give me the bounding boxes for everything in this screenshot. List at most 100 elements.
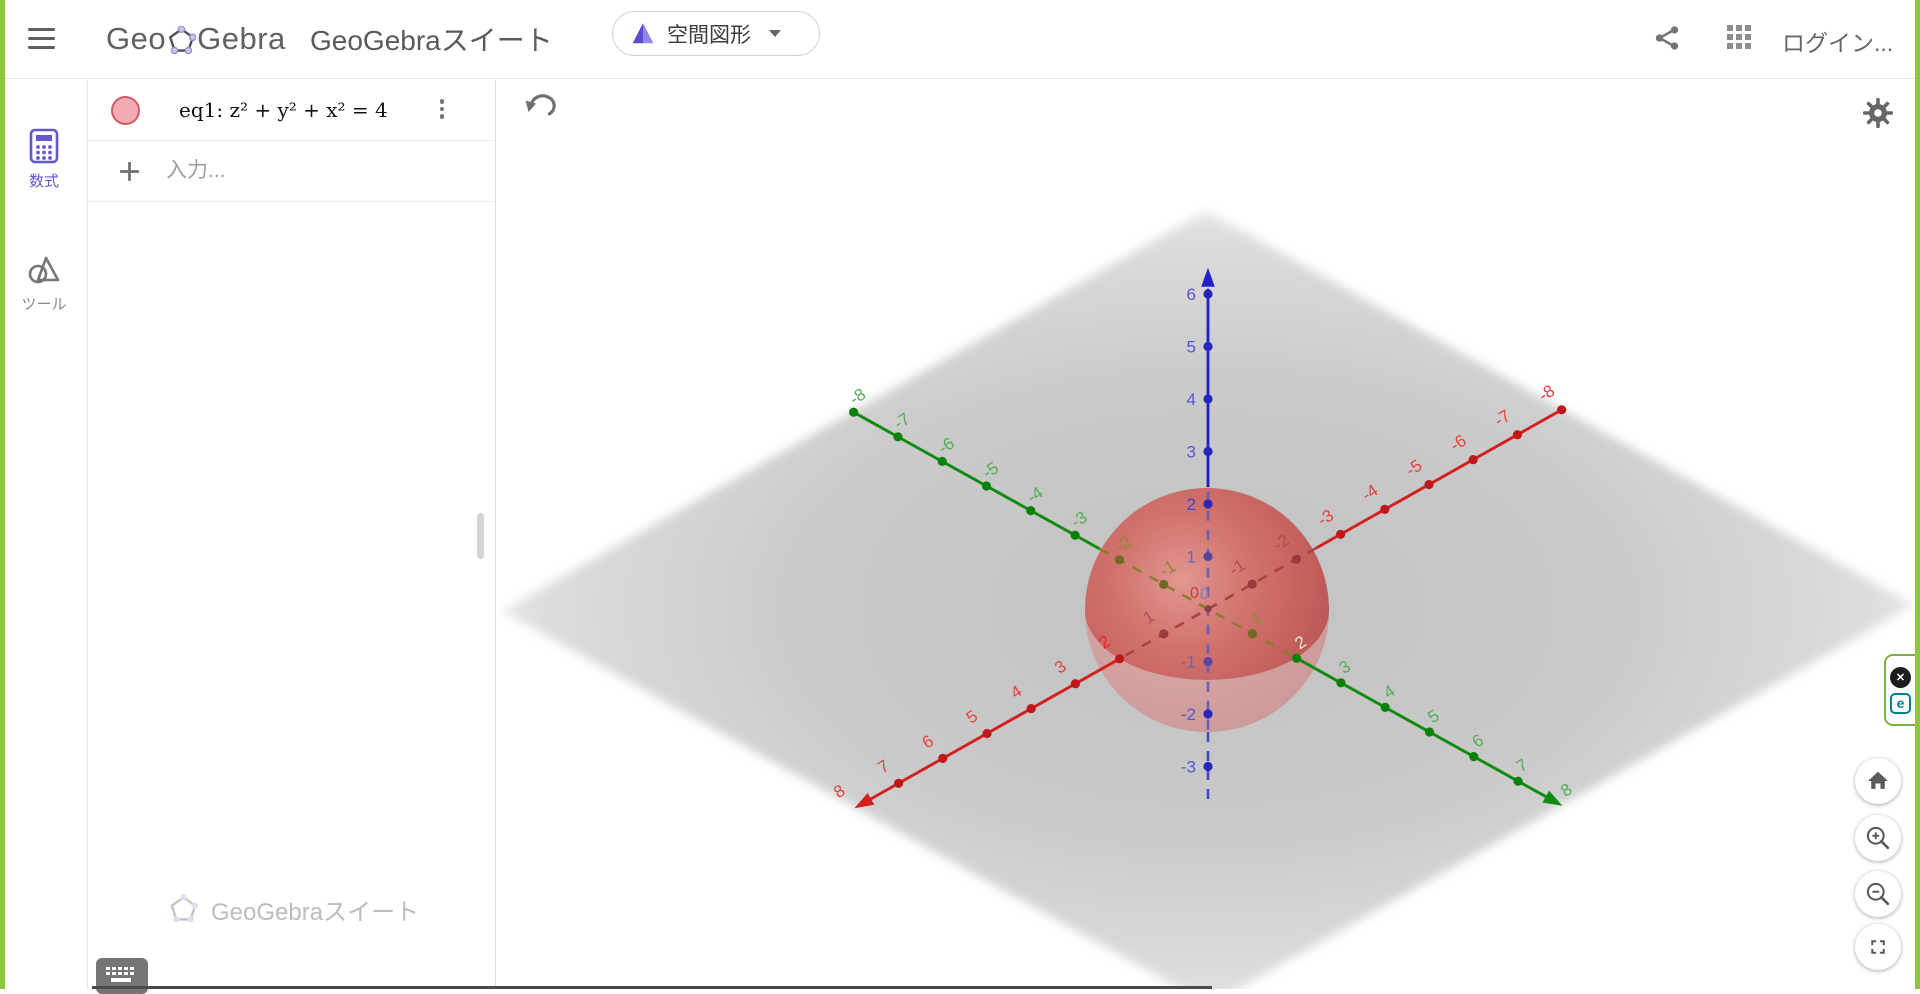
graphics-3d-view[interactable]: -8-7-6-5-4-3-2-112345678-8-7-6-5-4-3-2-1…: [497, 80, 1915, 989]
algebra-panel: eq1: z² + y² + x² = 4 GeoGebraスイート: [88, 80, 496, 989]
y-tick-dot: [1071, 531, 1080, 540]
z-tick-dot: [1203, 762, 1212, 771]
z-tick-label: 5: [1187, 338, 1196, 357]
x-tick-dot: [1469, 455, 1478, 464]
z-tick-dot: [1203, 289, 1212, 298]
y-tick-dot: [1425, 727, 1434, 736]
view-selector-label: 空間図形: [667, 19, 751, 49]
z-tick-label: -1: [1181, 653, 1196, 672]
x-tick-dot: [1513, 430, 1522, 439]
watermark: GeoGebraスイート: [168, 892, 419, 927]
fullscreen-icon: [1864, 933, 1892, 961]
screen-border-right: [1915, 0, 1920, 989]
close-icon[interactable]: ✕: [1890, 667, 1911, 688]
zoom-out-icon: [1863, 879, 1893, 909]
equation-text[interactable]: eq1: z² + y² + x² = 4: [179, 98, 388, 122]
z-tick-dot: [1203, 342, 1212, 351]
sidebar-item-algebra[interactable]: 数式: [0, 128, 88, 191]
zoom-out-button[interactable]: [1855, 871, 1901, 917]
origin-label: 0: [1190, 585, 1199, 602]
z-tick-label: 6: [1187, 285, 1196, 304]
x-tick-dot: [1557, 405, 1566, 414]
extension-e-icon[interactable]: e: [1890, 693, 1911, 714]
home-icon: [1863, 766, 1893, 796]
watermark-text: GeoGebraスイート: [211, 892, 419, 927]
y-tick-dot: [982, 481, 991, 490]
x-tick-dot: [1292, 555, 1301, 564]
x-tick-dot: [982, 729, 991, 738]
x-tick-dot: [938, 754, 947, 763]
row-menu-kebab-icon[interactable]: [435, 99, 449, 123]
menu-icon[interactable]: [28, 28, 55, 49]
origin-label: 0: [1200, 586, 1209, 603]
y-tick-dot: [1381, 703, 1390, 712]
fullscreen-button[interactable]: [1855, 924, 1901, 970]
x-tick-dot: [1424, 480, 1433, 489]
algebra-input[interactable]: [166, 159, 416, 183]
z-tick-dot: [1203, 499, 1212, 508]
z-tick-label: 4: [1187, 390, 1196, 409]
extension-widget[interactable]: ✕ e: [1884, 654, 1915, 726]
x-tick-dot: [894, 779, 903, 788]
pentagon-watermark-icon: [168, 894, 199, 925]
z-tick-label: 1: [1187, 548, 1196, 567]
zoom-in-button[interactable]: [1855, 815, 1901, 861]
sidebar-item-tools[interactable]: ツール: [0, 253, 88, 314]
x-tick-dot: [1071, 679, 1080, 688]
visibility-toggle-circle[interactable]: [111, 96, 140, 125]
y-tick-dot: [1026, 506, 1035, 515]
undo-icon[interactable]: [520, 93, 558, 131]
geogebra-logo: Geo Gebra: [106, 18, 286, 60]
left-rail: 数式 ツール: [0, 80, 88, 989]
pyramid-3d-icon: [631, 22, 655, 46]
y-tick-dot: [1248, 629, 1257, 638]
pentagon-logo-icon: [167, 26, 196, 56]
y-tick-dot: [1336, 678, 1345, 687]
algebra-row-eq1[interactable]: eq1: z² + y² + x² = 4: [88, 80, 495, 141]
screen-border-left: [0, 0, 5, 989]
algebra-input-row[interactable]: [88, 141, 495, 202]
app-header: Geo Gebra GeoGebraスイート 空間図形 ログイン...: [0, 0, 1920, 79]
view-selector-dropdown[interactable]: 空間図形: [612, 11, 820, 56]
x-tick-dot: [1380, 505, 1389, 514]
home-button[interactable]: [1855, 758, 1901, 804]
login-button[interactable]: ログイン...: [1782, 24, 1893, 58]
zoom-in-icon: [1863, 823, 1893, 853]
apps-grid-icon[interactable]: [1727, 25, 1753, 51]
z-tick-dot: [1203, 657, 1212, 666]
x-tick-dot: [1115, 654, 1124, 663]
z-tick-dot: [1203, 709, 1212, 718]
z-tick-label: -2: [1181, 705, 1196, 724]
sidebar-label-algebra: 数式: [29, 170, 59, 191]
calculator-icon: [28, 128, 60, 164]
z-tick-dot: [1203, 552, 1212, 561]
tools-icon: [26, 253, 62, 287]
app-title: GeoGebraスイート: [310, 18, 553, 60]
plus-icon: [118, 160, 141, 183]
x-tick-dot: [1027, 704, 1036, 713]
logo-text-geo: Geo: [106, 21, 166, 57]
y-tick-dot: [1469, 752, 1478, 761]
logo-text-gebra: Gebra: [197, 21, 286, 57]
x-tick-dot: [1159, 629, 1168, 638]
z-tick-dot: [1203, 394, 1212, 403]
settings-gear-icon[interactable]: [1860, 95, 1896, 131]
x-tick-dot: [1248, 580, 1257, 589]
z-tick-dot: [1203, 447, 1212, 456]
x-tick-dot: [1336, 530, 1345, 539]
chevron-down-icon: [769, 30, 781, 37]
origin-dot: [1204, 605, 1211, 612]
z-tick-label: 3: [1187, 443, 1196, 462]
sidebar-label-tools: ツール: [21, 293, 66, 314]
y-tick-dot: [849, 408, 858, 417]
y-tick-dot: [893, 432, 902, 441]
y-tick-dot: [1115, 555, 1124, 564]
y-tick-dot: [1514, 777, 1523, 786]
z-tick-label: -3: [1181, 758, 1196, 777]
y-tick-dot: [1292, 654, 1301, 663]
scene-3d[interactable]: -8-7-6-5-4-3-2-112345678-8-7-6-5-4-3-2-1…: [497, 80, 1915, 989]
share-icon[interactable]: [1653, 24, 1681, 52]
y-tick-dot: [938, 457, 947, 466]
y-tick-dot: [1159, 580, 1168, 589]
panel-scrollbar-thumb[interactable]: [477, 513, 484, 559]
